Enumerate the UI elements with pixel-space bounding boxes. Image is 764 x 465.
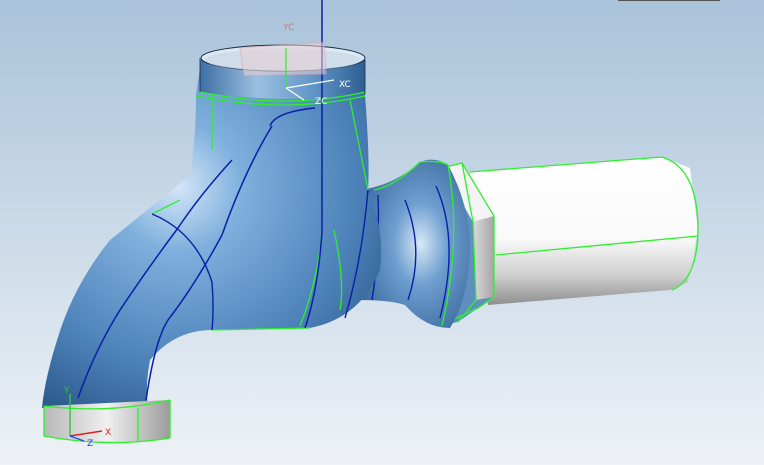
3d-scene[interactable]: YC XC ZC Y X Z bbox=[0, 0, 764, 465]
wcs-label-yc: YC bbox=[282, 23, 294, 33]
abs-label-z: Z bbox=[87, 439, 93, 449]
outlet-cylinder[interactable] bbox=[469, 150, 700, 305]
abs-label-y: Y bbox=[63, 386, 70, 396]
outlet-cylinder-body bbox=[470, 157, 698, 305]
wcs-label-xc: XC bbox=[339, 80, 351, 90]
abs-label-x: X bbox=[105, 428, 111, 438]
graphics-window[interactable]: YC XC ZC Y X Z bbox=[0, 0, 764, 465]
wcs-label-zc: ZC bbox=[315, 97, 327, 107]
wcs-plane-glyph bbox=[239, 41, 327, 77]
